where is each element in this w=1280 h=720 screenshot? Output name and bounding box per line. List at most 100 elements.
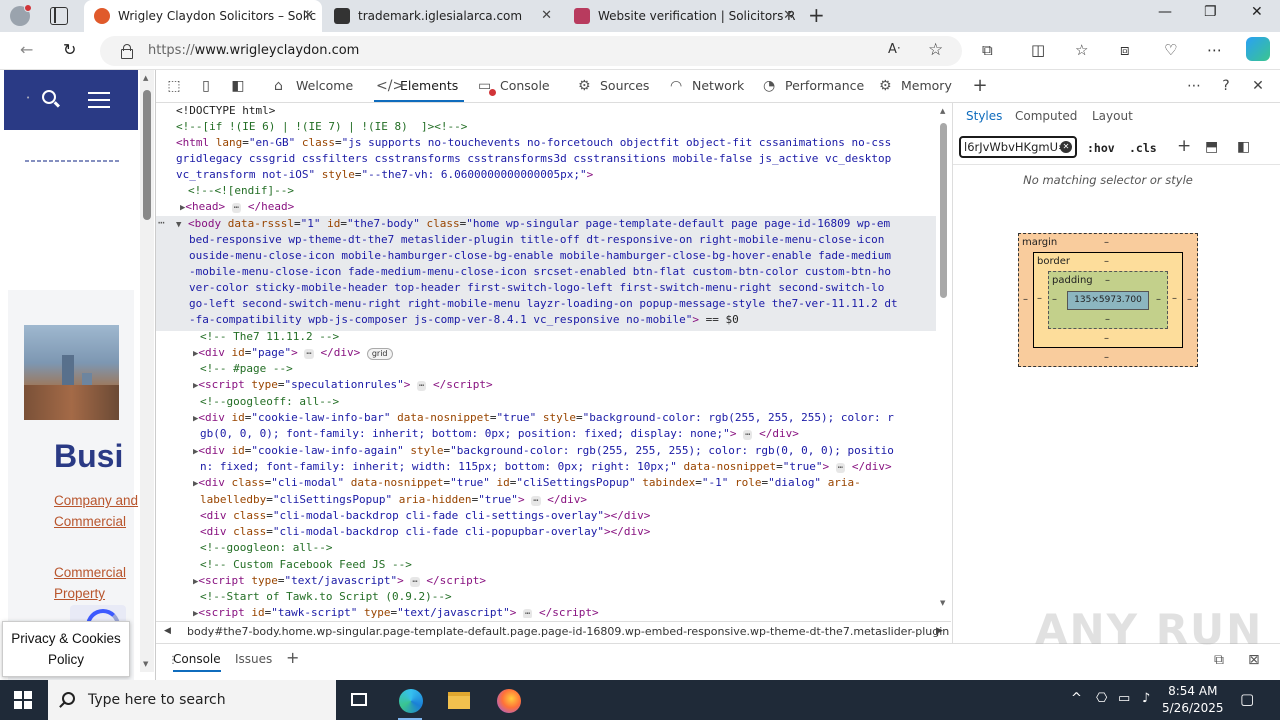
link-commercial-property[interactable]: Commercial Property — [54, 562, 140, 604]
file-explorer-icon[interactable] — [438, 686, 478, 720]
dom-line[interactable]: -mobile-menu-close-icon fade-medium-menu… — [189, 264, 891, 280]
settings-more-icon[interactable]: ⋯ — [1207, 41, 1222, 59]
close-devtools-icon[interactable]: ✕ — [1250, 78, 1266, 94]
dom-line[interactable]: <html lang="en-GB" class="js supports no… — [176, 135, 891, 151]
styles-tab-styles[interactable]: Styles — [966, 109, 1002, 123]
refresh-button[interactable]: ↻ — [63, 40, 76, 59]
link-company-commercial[interactable]: Company and Commercial — [54, 490, 140, 532]
scroll-up-icon[interactable]: ▲ — [143, 74, 148, 82]
box-model-content[interactable]: 135×5973.700 — [1067, 291, 1149, 310]
add-tool-icon[interactable]: + — [972, 77, 988, 95]
page-scrollbar[interactable]: ▲ ▼ — [140, 70, 154, 672]
dom-line[interactable]: <div class="cli-modal-backdrop cli-fade … — [200, 524, 650, 540]
dom-line[interactable]: -fa-compatibility wpb-js-composer js-com… — [189, 312, 739, 328]
page-scroll-thumb[interactable] — [143, 90, 151, 220]
privacy-cookies-button[interactable]: Privacy & Cookies Policy — [2, 621, 130, 677]
tab-actions-icon[interactable] — [50, 7, 68, 25]
windows-start-icon[interactable] — [14, 691, 32, 709]
box-model-padding[interactable]: padding – – – – 135×5973.700 — [1048, 271, 1168, 329]
hamburger-menu-icon[interactable] — [88, 92, 110, 108]
dom-line[interactable]: <!--googleon: all--> — [200, 540, 332, 556]
devtools-tab-network[interactable]: ◠ Network — [670, 70, 744, 102]
toggle-sidebar-icon[interactable]: ◧ — [230, 78, 246, 94]
devtools-tab-memory[interactable]: ⚙ Memory — [879, 70, 952, 102]
url-text[interactable]: https://www.wrigleyclaydon.com — [148, 43, 359, 58]
dom-line[interactable]: ▶<script type="speculationrules"> ⋯ </sc… — [193, 377, 493, 393]
dom-line[interactable]: ▶<div id="cookie-law-info-again" style="… — [193, 443, 894, 459]
restore-button[interactable]: ❐ — [1204, 4, 1217, 20]
taskbar-clock[interactable]: 8:54 AM 5/26/2025 — [1162, 683, 1224, 717]
styles-tab-computed[interactable]: Computed — [1015, 109, 1077, 123]
grid-badge[interactable]: grid — [366, 348, 393, 360]
dom-line[interactable]: <!--[if !(IE 6) | !(IE 7) | !(IE 8) ]><!… — [176, 119, 467, 135]
box-model-margin[interactable]: margin – – – – border – – – – padding – … — [1018, 233, 1198, 367]
class-toggle-button[interactable]: .cls — [1129, 141, 1157, 155]
breadcrumb-item[interactable]: body#the7-body.home.wp-singular.page-tem… — [187, 625, 949, 638]
scroll-up-icon[interactable]: ▲ — [940, 107, 945, 115]
dom-line[interactable]: ver-color sticky-mobile-header top-heade… — [189, 280, 884, 296]
more-options-icon[interactable]: ⋯ — [1186, 78, 1202, 94]
close-tab-icon[interactable]: ✕ — [541, 0, 552, 32]
performance-icon[interactable]: ♡ — [1164, 41, 1177, 59]
address-bar[interactable]: https://www.wrigleyclaydon.com Aᐧ ☆ — [100, 36, 962, 66]
breadcrumb-right-arrow-icon[interactable]: ▶ — [936, 626, 943, 636]
dom-line[interactable]: gb(0, 0, 0); font-family: inherit; botto… — [200, 426, 799, 442]
dom-line[interactable]: ▶<script id="tawk-script" type="text/jav… — [193, 605, 599, 618]
dom-line[interactable]: bed-responsive wp-theme-dt-the7 metaslid… — [189, 232, 884, 248]
help-icon[interactable]: ? — [1218, 78, 1234, 94]
dom-line[interactable]: ▶<div id="cookie-law-info-bar" data-nosn… — [193, 410, 894, 426]
dom-line[interactable]: <!--Start of Tawk.to Script (0.9.2)--> — [200, 589, 452, 605]
scroll-down-icon[interactable]: ▼ — [143, 660, 148, 668]
dom-line[interactable]: <!DOCTYPE html> — [176, 103, 275, 119]
tab-wrigley-claydon[interactable]: Wrigley Claydon Solicitors – Solic ✕ — [84, 0, 322, 32]
devtools-tab-welcome[interactable]: ⌂ Welcome — [274, 70, 353, 102]
toggle-computed-sidebar-icon[interactable]: ◧ — [1237, 139, 1250, 155]
device-emulation-icon[interactable]: ▯ — [198, 78, 214, 94]
dom-line[interactable]: <!--<![endif]--> — [188, 183, 294, 199]
edge-taskbar-icon[interactable] — [390, 686, 430, 720]
notifications-icon[interactable]: ▢ — [1240, 690, 1254, 708]
clear-filter-icon[interactable]: ✕ — [1060, 141, 1072, 153]
dock-drawer-icon[interactable]: ⧉ — [1214, 652, 1224, 668]
read-aloud-icon[interactable]: Aᐧ — [888, 42, 900, 57]
tray-chevron-up-icon[interactable]: ^ — [1071, 691, 1082, 706]
dom-line[interactable]: n: fixed; font-family: inherit; width: 1… — [200, 459, 892, 475]
close-tab-icon[interactable]: ✕ — [303, 0, 314, 32]
breadcrumb-left-arrow-icon[interactable]: ◀ — [164, 626, 171, 636]
close-tab-icon[interactable]: ✕ — [783, 0, 794, 32]
firefox-taskbar-icon[interactable] — [488, 686, 528, 720]
lock-icon[interactable] — [120, 43, 133, 59]
dom-line[interactable]: <!--googleoff: all--> — [200, 394, 339, 410]
task-view-icon[interactable] — [340, 686, 380, 720]
styles-filter-input[interactable]: l6rJvWbvHKgmU= ✕ — [959, 136, 1077, 158]
minimize-button[interactable]: — — [1158, 4, 1172, 20]
node-menu-icon[interactable]: ⋯ — [158, 216, 165, 229]
drawer-add-tab-icon[interactable]: + — [286, 648, 299, 667]
new-style-rule-icon[interactable]: + — [1177, 136, 1191, 156]
hover-state-button[interactable]: :hov — [1087, 141, 1115, 155]
dom-line[interactable]: <!-- Custom Facebook Feed JS --> — [200, 557, 412, 573]
scroll-down-icon[interactable]: ▼ — [940, 599, 945, 607]
dom-line[interactable]: go-left second-switch-menu-right right-m… — [189, 296, 898, 312]
copilot-icon[interactable] — [1246, 37, 1270, 61]
favorite-star-icon[interactable]: ☆ — [928, 40, 943, 60]
volume-icon[interactable]: ♪ — [1142, 691, 1150, 706]
new-tab-button[interactable]: + — [808, 3, 825, 27]
drawer-tab-issues[interactable]: Issues — [235, 652, 272, 666]
drawer-tab-console[interactable]: Console — [173, 652, 221, 672]
dom-line[interactable]: labelledby="cliSettingsPopup" aria-hidde… — [200, 492, 587, 508]
dom-line[interactable]: <div class="cli-modal-backdrop cli-fade … — [200, 508, 650, 524]
extensions-icon[interactable]: ⧉ — [982, 41, 993, 59]
dom-line[interactable]: gridlegacy cssgrid cssfilters csstransfo… — [176, 151, 891, 167]
devtools-tab-elements[interactable]: </> Elements — [374, 70, 464, 102]
split-screen-icon[interactable]: ◫ — [1031, 41, 1045, 59]
dom-line[interactable]: ▶<script type="text/javascript"> ⋯ </scr… — [193, 573, 486, 589]
inspect-element-icon[interactable]: ⬚ — [166, 78, 182, 94]
collections-icon[interactable]: ⧈ — [1120, 41, 1130, 59]
back-button[interactable]: ← — [20, 40, 33, 59]
styles-tab-layout[interactable]: Layout — [1092, 109, 1133, 123]
tab-trademark[interactable]: trademark.iglesialarca.com ✕ — [324, 0, 560, 32]
dom-line[interactable]: ouside-menu-close-icon mobile-hamburger-… — [189, 248, 891, 264]
dom-line[interactable]: <!-- The7 11.11.2 --> — [200, 329, 339, 345]
box-model-border[interactable]: border – – – – padding – – – – 135×5973.… — [1033, 252, 1183, 348]
